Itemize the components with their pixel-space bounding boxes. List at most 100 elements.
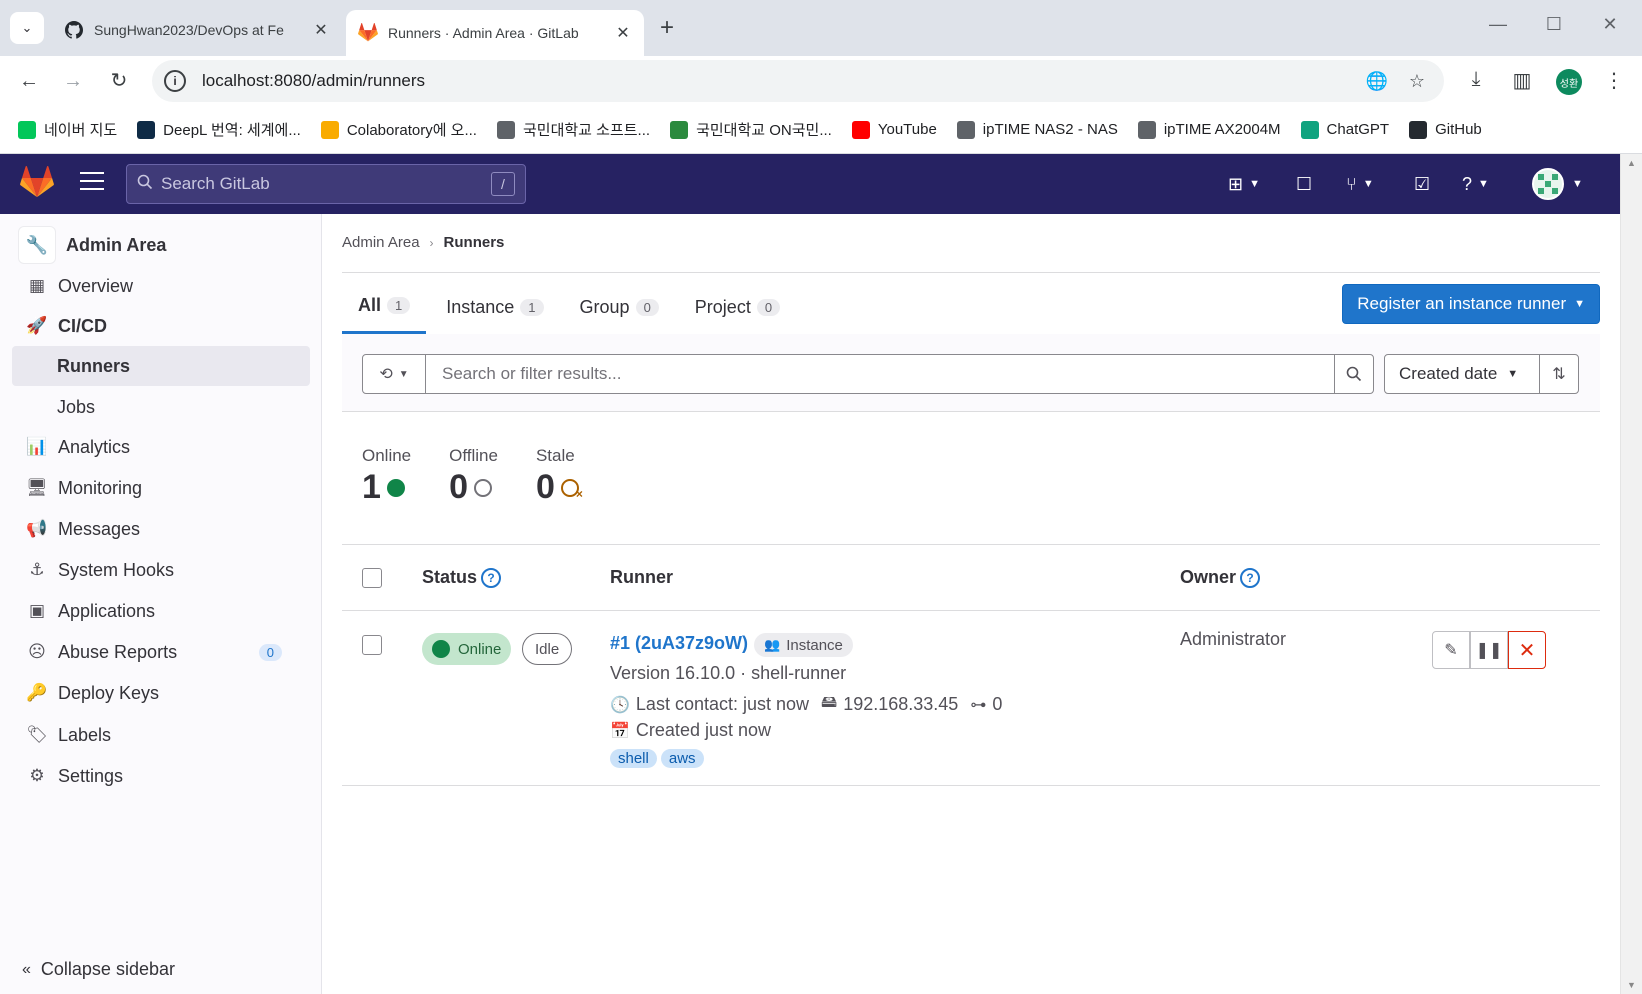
bookmark-item[interactable]: 국민대학교 ON국민... xyxy=(670,119,832,140)
create-new-icon[interactable]: ⊞ ▼ xyxy=(1228,172,1260,196)
chevron-right-icon: › xyxy=(429,235,434,250)
tag-badge[interactable]: shell xyxy=(610,749,657,768)
search-input[interactable]: Search GitLab / xyxy=(126,164,526,204)
merge-requests-icon[interactable]: ⑂ ▼ xyxy=(1346,172,1374,196)
help-icon[interactable]: ? ▼ xyxy=(1462,172,1489,196)
edit-button[interactable]: ✎ xyxy=(1432,631,1470,669)
sidebar-item-system-hooks[interactable]: ⚓ System Hooks xyxy=(12,550,310,590)
runner-link[interactable]: #1 (2uA37z9oW) xyxy=(610,633,748,654)
bookmark-item[interactable]: DeepL 번역: 세계에... xyxy=(137,119,301,140)
breadcrumb-current[interactable]: Runners xyxy=(444,234,505,251)
sidebar-item-overview[interactable]: ▦ Overview xyxy=(12,266,310,306)
state-text: Idle xyxy=(535,640,560,658)
row-checkbox[interactable] xyxy=(362,635,382,655)
side-panel-icon[interactable]: ▥ xyxy=(1508,68,1536,93)
tag-badge[interactable]: aws xyxy=(660,749,704,768)
gitlab-logo[interactable] xyxy=(20,166,54,200)
offline-status-icon xyxy=(474,478,493,497)
browser-tab-github[interactable]: SungHwan2023/DevOps at Fe ✕ xyxy=(52,10,342,50)
tab-count: 0 xyxy=(635,298,659,316)
sidebar-item-cicd[interactable]: 🚀 CI/CD xyxy=(12,306,310,346)
sidebar-item-jobs[interactable]: Jobs xyxy=(12,387,310,427)
new-tab-button[interactable]: + xyxy=(652,14,682,42)
reload-icon[interactable]: ↻ xyxy=(104,66,134,96)
chevron-down-icon[interactable]: ▼ xyxy=(1572,172,1583,196)
bookmark-item[interactable]: ipTIME AX2004M xyxy=(1137,120,1281,139)
recent-searches-button[interactable]: ⟲ ▼ xyxy=(362,354,426,394)
scroll-down-icon[interactable]: ▼ xyxy=(1627,980,1636,990)
sidebar-item-analytics[interactable]: 📊 Analytics xyxy=(12,427,310,467)
sidebar-item-settings[interactable]: ⚙ Settings xyxy=(12,756,310,796)
todo-icon[interactable]: ☑ xyxy=(1414,172,1430,196)
tab-label: All xyxy=(358,295,382,315)
bookmark-item[interactable]: 국민대학교 소프트... xyxy=(496,119,650,140)
sort-direction-button[interactable]: ⇅ xyxy=(1539,354,1579,394)
tab-instance[interactable]: Instance 1 xyxy=(430,280,559,334)
sort-dropdown[interactable]: Created date ▼ xyxy=(1384,354,1540,394)
breadcrumb: Admin Area › Runners xyxy=(342,234,504,251)
site-info-icon[interactable]: i xyxy=(164,70,186,92)
translate-icon[interactable]: 🌐 xyxy=(1364,71,1390,92)
bookmark-star-icon[interactable]: ☆ xyxy=(1404,71,1430,92)
bookmark-item[interactable]: 네이버 지도 xyxy=(18,119,117,140)
bookmark-item[interactable]: GitHub xyxy=(1409,120,1482,139)
search-button[interactable] xyxy=(1334,354,1374,394)
more-menu-icon[interactable]: ⋮ xyxy=(1600,68,1628,93)
divider xyxy=(342,272,1600,273)
select-all-checkbox[interactable] xyxy=(362,568,382,588)
maximize-icon[interactable]: ☐ xyxy=(1542,14,1566,35)
bookmark-favicon-icon xyxy=(18,120,36,139)
back-icon[interactable]: ← xyxy=(14,66,44,96)
menu-icon[interactable] xyxy=(80,172,104,192)
sidebar-item-monitoring[interactable]: 🖥 Monitoring xyxy=(12,468,310,508)
sidebar-header[interactable]: 🔧 Admin Area xyxy=(18,226,166,264)
browser-tab-gitlab[interactable]: Runners · Admin Area · GitLab ✕ xyxy=(346,10,644,56)
close-window-icon[interactable]: ✕ xyxy=(1598,14,1622,35)
sidebar-item-deploy-keys[interactable]: 🔑 Deploy Keys xyxy=(12,673,310,713)
help-icon[interactable]: ? xyxy=(1240,567,1261,588)
sidebar-item-abuse-reports[interactable]: ☹ Abuse Reports 0 xyxy=(12,632,310,672)
filter-search-input[interactable]: Search or filter results... xyxy=(425,354,1335,394)
sidebar-item-labels[interactable]: 🏷 Labels xyxy=(12,715,310,755)
sidebar-item-messages[interactable]: 📢 Messages xyxy=(12,509,310,549)
bookmark-item[interactable]: YouTube xyxy=(851,120,937,139)
bookmark-item[interactable]: ChatGPT xyxy=(1300,120,1389,139)
minimize-icon[interactable]: — xyxy=(1486,14,1510,35)
close-icon[interactable]: ✕ xyxy=(312,20,330,40)
sidebar-item-applications[interactable]: ▣ Applications xyxy=(12,591,310,631)
help-icon[interactable]: ? xyxy=(481,567,502,588)
bookmark-item[interactable]: ipTIME NAS2 - NAS xyxy=(956,120,1118,139)
table-row: Online Idle #1 (2uA37z9oW) 👥 Instance Ve… xyxy=(342,611,1600,786)
jobs-count-text: 0 xyxy=(992,694,1003,714)
runner-created: 📅 Created just now xyxy=(610,720,771,741)
url-text[interactable]: localhost:8080/admin/runners xyxy=(202,71,1364,91)
runner-type-badge: 👥 Instance xyxy=(754,633,853,657)
pause-button[interactable]: ❚❚ xyxy=(1470,631,1508,669)
tab-project[interactable]: Project 0 xyxy=(679,280,796,334)
breadcrumb-parent[interactable]: Admin Area xyxy=(342,234,420,251)
issues-icon[interactable]: ☐ xyxy=(1296,172,1312,196)
close-icon[interactable]: ✕ xyxy=(614,23,632,43)
runner-stats: Online 1 Offline 0 Stale 0 xyxy=(362,446,617,507)
tab-group[interactable]: Group 0 xyxy=(564,280,675,334)
register-runner-button[interactable]: Register an instance runner ▼ xyxy=(1342,284,1600,324)
tab-search-button[interactable]: ⌄ xyxy=(10,12,44,44)
collapse-label: Collapse sidebar xyxy=(40,959,175,979)
bookmark-favicon-icon xyxy=(851,120,870,139)
sidebar-item-runners[interactable]: Runners xyxy=(12,346,310,386)
scroll-up-icon[interactable]: ▲ xyxy=(1627,158,1636,168)
tab-title: Runners · Admin Area · GitLab xyxy=(388,25,579,41)
collapse-sidebar-button[interactable]: « Collapse sidebar xyxy=(22,959,175,980)
user-avatar[interactable] xyxy=(1532,168,1564,200)
delete-button[interactable]: ✕ xyxy=(1508,631,1546,669)
column-label: Status xyxy=(422,567,478,587)
bookmark-item[interactable]: Colaboratory에 오... xyxy=(320,119,477,140)
tab-all[interactable]: All 1 xyxy=(342,280,427,334)
page-scrollbar[interactable]: ▲ ▼ xyxy=(1620,154,1642,994)
address-bar[interactable]: i localhost:8080/admin/runners 🌐 ☆ xyxy=(152,60,1444,102)
monitor-icon: 🖥 xyxy=(26,478,48,497)
forward-icon[interactable]: → xyxy=(58,66,88,96)
owner-text[interactable]: Administrator xyxy=(1180,629,1286,650)
profile-avatar[interactable]: 성환 xyxy=(1556,69,1582,95)
download-icon[interactable]: ⤓ xyxy=(1462,68,1490,91)
